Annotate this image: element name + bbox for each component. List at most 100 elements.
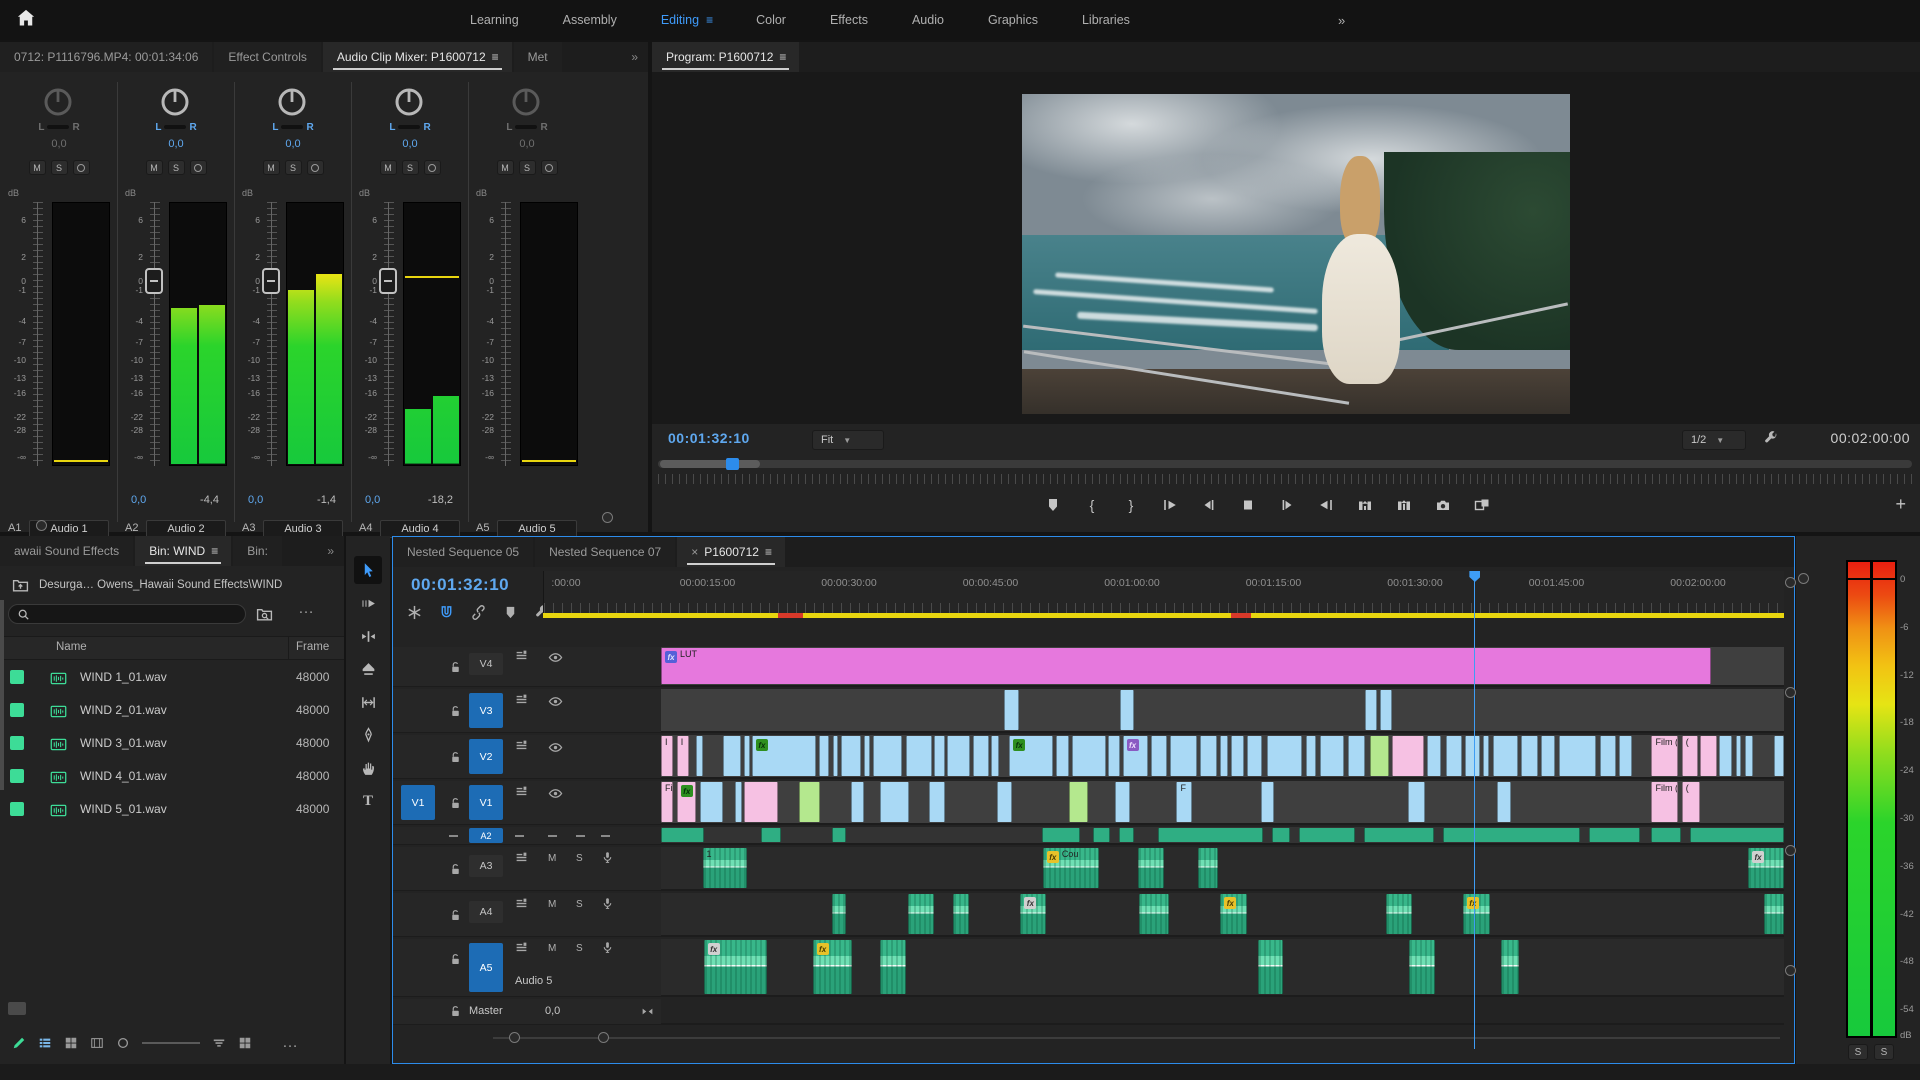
file-row[interactable]: WIND 3_01.wav 48000 <box>0 727 344 760</box>
video-clip[interactable] <box>1200 736 1217 776</box>
video-clip[interactable] <box>1365 690 1378 730</box>
video-clip[interactable] <box>1068 782 1088 822</box>
file-name[interactable]: WIND 5_01.wav <box>80 802 167 816</box>
tool-track-select-forward[interactable] <box>354 589 382 617</box>
timeline-tab[interactable]: Nested Sequence 05 <box>393 537 534 567</box>
track-scroll-knob[interactable] <box>1785 687 1796 698</box>
video-clip[interactable] <box>1056 736 1069 776</box>
tool-hand[interactable] <box>354 754 382 782</box>
keyframe-toggle-button[interactable] <box>72 160 90 175</box>
timeline-ruler[interactable]: :00:00 00:00:15:00 00:00:30:00 00:00:45:00 0… <box>543 571 1784 613</box>
pan-slider[interactable] <box>47 125 70 129</box>
sync-lock-icon[interactable] <box>515 941 528 954</box>
settings-wrench-icon[interactable] <box>1764 431 1779 446</box>
video-clip[interactable] <box>864 736 870 776</box>
video-clip[interactable] <box>1773 736 1784 776</box>
video-clip[interactable] <box>1599 736 1616 776</box>
track-header-MASTER[interactable]: Master 0,0 <box>393 999 661 1025</box>
pan-knob[interactable] <box>159 86 191 118</box>
video-clip[interactable] <box>933 736 946 776</box>
video-clip[interactable] <box>1744 736 1753 776</box>
icon-view-icon[interactable] <box>64 1036 78 1050</box>
video-clip[interactable] <box>840 736 861 776</box>
nest-icon[interactable] <box>407 605 422 620</box>
audio-clip[interactable]: 1 <box>702 848 748 888</box>
fader-track[interactable] <box>33 202 43 466</box>
track-mute-button[interactable]: M <box>548 899 556 910</box>
track-content-V4[interactable]: fx LUT <box>661 647 1784 687</box>
video-clip[interactable] <box>1380 690 1392 730</box>
column-frame-rate[interactable]: Frame <box>296 641 329 653</box>
freeform-view-icon[interactable] <box>90 1036 104 1050</box>
pan-slider[interactable] <box>281 125 304 129</box>
program-timecode[interactable]: 00:01:32:10 <box>668 430 750 446</box>
track-content-A4[interactable]: fx fx fx <box>661 893 1784 937</box>
video-clip[interactable] <box>1220 736 1229 776</box>
video-clip[interactable] <box>799 782 821 822</box>
project-writable-icon[interactable] <box>12 1036 26 1050</box>
video-clip[interactable] <box>1107 736 1121 776</box>
audio-clip[interactable]: fx <box>1462 894 1490 934</box>
track-lock-icon[interactable] <box>449 909 462 922</box>
linked-selection-icon[interactable] <box>471 605 486 620</box>
workspace-menu-icon[interactable]: ≡ <box>706 13 713 27</box>
mixer-tab[interactable]: 0712: P1116796.MP4: 00:01:34:06 <box>0 42 213 72</box>
video-clip[interactable] <box>735 782 742 822</box>
fader-track[interactable] <box>501 202 511 466</box>
track-solo-button[interactable]: S <box>576 943 583 954</box>
source-patch-V1[interactable]: V1 <box>401 785 435 820</box>
panel-menu-icon[interactable]: ≡ <box>211 544 218 558</box>
fader-db-value[interactable]: 0,0 <box>248 494 263 506</box>
solo-button[interactable]: S <box>50 160 68 175</box>
track-header-A12[interactable]: A2 <box>393 827 661 845</box>
file-row[interactable]: WIND 2_01.wav 48000 <box>0 694 344 727</box>
video-clip[interactable] <box>905 736 932 776</box>
mixer-tab[interactable]: Audio Clip Mixer: P1600712 ≡ <box>322 42 512 72</box>
video-clip[interactable] <box>1120 690 1134 730</box>
video-clip[interactable] <box>1718 736 1733 776</box>
audio-clip[interactable] <box>1271 828 1290 842</box>
video-clip[interactable] <box>1407 782 1425 822</box>
fader-handle[interactable] <box>145 268 163 295</box>
mixer-scroll-knob-right[interactable] <box>602 512 613 523</box>
toggle-track-output-icon[interactable] <box>548 650 563 665</box>
voiceover-record-icon[interactable] <box>601 941 614 954</box>
fader-handle[interactable] <box>262 268 280 295</box>
zoom-level-select[interactable]: Fit ▼ <box>812 430 884 450</box>
panel-menu-icon[interactable]: ≡ <box>779 50 786 64</box>
fader-handle[interactable] <box>379 268 397 295</box>
fader-db-value[interactable]: 0,0 <box>131 494 146 506</box>
timeline-tab[interactable]: × P1600712 ≡ <box>677 537 785 567</box>
toggle-track-output-icon[interactable] <box>548 740 563 755</box>
video-clip[interactable] <box>700 782 723 822</box>
video-clip[interactable] <box>973 736 989 776</box>
video-clip[interactable] <box>819 736 830 776</box>
video-clip[interactable] <box>1247 736 1262 776</box>
go-to-out-button[interactable] <box>1313 492 1339 518</box>
audio-clip[interactable] <box>1363 828 1434 842</box>
audio-clip[interactable]: fx Cou <box>1042 848 1099 888</box>
video-clip[interactable] <box>929 782 946 822</box>
mixer-tab[interactable]: Effect Controls <box>214 42 321 72</box>
zoom-out-icon[interactable] <box>116 1036 130 1050</box>
audio-clip[interactable] <box>952 894 969 934</box>
solo-left-button[interactable]: S <box>1848 1044 1868 1060</box>
sync-lock-icon[interactable] <box>515 739 528 752</box>
video-clip[interactable]: ( <box>1681 782 1700 822</box>
fader-track[interactable] <box>384 202 394 466</box>
button-editor-plus[interactable]: + <box>1895 494 1906 515</box>
video-clip[interactable] <box>1320 736 1344 776</box>
track-lock-icon[interactable] <box>449 953 462 966</box>
video-clip[interactable] <box>1150 736 1168 776</box>
sync-lock-icon[interactable] <box>515 693 528 706</box>
timeline-playhead[interactable] <box>1474 571 1476 1049</box>
video-clip[interactable] <box>1348 736 1366 776</box>
go-to-in-button[interactable] <box>1157 492 1183 518</box>
sync-lock-icon[interactable] <box>515 785 528 798</box>
video-clip[interactable] <box>1267 736 1303 776</box>
zoom-slider[interactable] <box>142 1042 200 1044</box>
timeline-timecode[interactable]: 00:01:32:10 <box>411 575 509 595</box>
sync-lock-icon[interactable] <box>515 649 528 662</box>
timeline-scroll-knob[interactable] <box>598 1032 609 1043</box>
project-scrollbar[interactable] <box>0 600 4 790</box>
